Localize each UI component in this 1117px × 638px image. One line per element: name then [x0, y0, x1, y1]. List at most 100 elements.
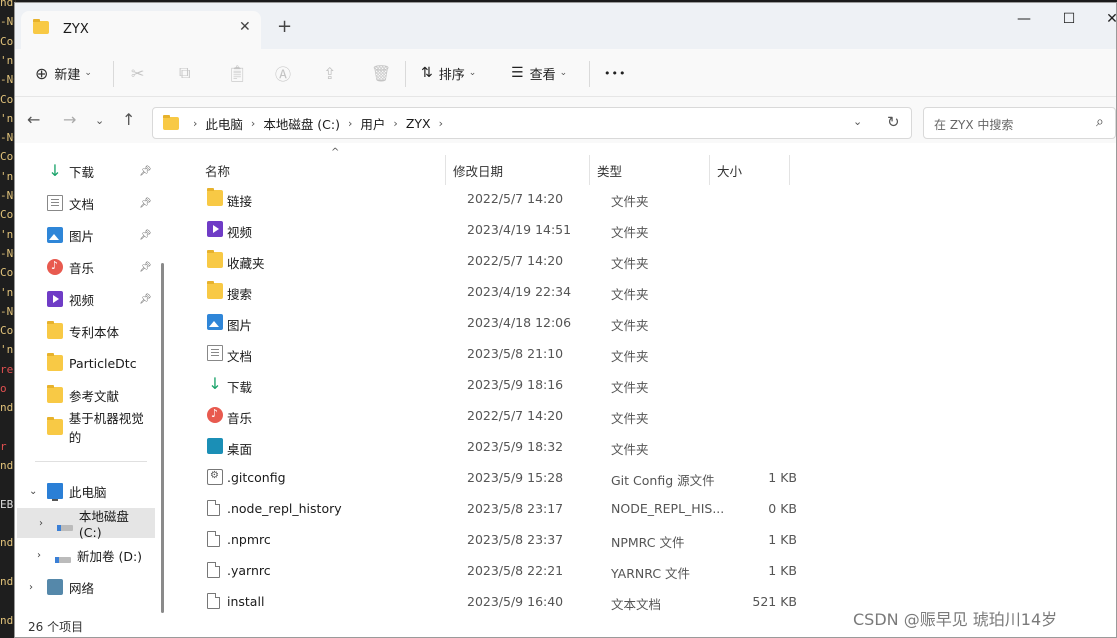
rename-button[interactable]: Ⓐ: [275, 61, 291, 85]
tab-zyx[interactable]: ZYX ✕: [21, 11, 261, 49]
sidebar-item[interactable]: ParticleDtc: [15, 348, 155, 378]
search-icon[interactable]: ⌕: [1096, 114, 1104, 130]
sidebar-item[interactable]: 文档 📌︎: [15, 188, 155, 218]
column-divider[interactable]: [709, 155, 710, 185]
sidebar-tree-label: 本地磁盘 (C:): [78, 509, 129, 540]
file-type: 文件夹: [611, 411, 649, 426]
file-row[interactable]: 文档 2023/5/8 21:10 文件夹: [171, 338, 1116, 369]
share-button[interactable]: ⇪: [323, 61, 336, 85]
file-row[interactable]: 收藏夹 2022/5/7 14:20 文件夹: [171, 245, 1116, 276]
breadcrumb-this-pc[interactable]: 此电脑: [205, 114, 243, 133]
breadcrumb-separator[interactable]: ›: [193, 117, 197, 130]
file-type: 文本文档: [611, 597, 662, 612]
copy-button[interactable]: ⧉: [179, 61, 190, 85]
forward-arrow-icon[interactable]: →: [63, 110, 76, 129]
maximize-button[interactable]: ☐: [1054, 11, 1084, 27]
file-date: 2023/4/19 22:34: [467, 284, 572, 299]
column-divider[interactable]: [789, 155, 790, 185]
file-row[interactable]: .yarnrc 2023/5/8 22:21 YARNRC 文件 1 KB: [171, 555, 1116, 586]
column-header-type[interactable]: 类型: [597, 161, 622, 180]
sidebar-item[interactable]: 基于机器视觉的: [15, 411, 155, 445]
column-header-name[interactable]: 名称: [205, 161, 230, 180]
breadcrumb-separator[interactable]: ›: [251, 117, 255, 130]
sidebar-item[interactable]: ↓ 下载 📌︎: [15, 156, 155, 186]
file-type: NPMRC 文件: [611, 535, 685, 550]
file-name: 收藏夹: [227, 256, 265, 271]
sort-ascending-icon: ^: [331, 147, 340, 158]
file-date: 2022/5/7 14:20: [467, 408, 564, 423]
file-row[interactable]: 链接 2022/5/7 14:20 文件夹: [171, 183, 1116, 214]
breadcrumb-local-disk-c[interactable]: 本地磁盘 (C:): [263, 114, 340, 133]
rename-icon: Ⓐ: [275, 65, 292, 84]
chevron-down-icon: ⌄: [559, 68, 568, 78]
new-label: 新建: [54, 67, 81, 83]
file-type: 文件夹: [611, 442, 649, 457]
sidebar-tree-item[interactable]: › 本地磁盘 (C:): [17, 508, 155, 540]
search-box[interactable]: 在 ZYX 中搜索 ⌕: [923, 107, 1116, 139]
sidebar-item-label: 文档: [69, 196, 95, 212]
file-row[interactable]: 图片 2023/4/18 12:06 文件夹: [171, 307, 1116, 338]
address-bar[interactable]: › 此电脑 › 本地磁盘 (C:) › 用户 › ZYX › ⌄ ↻: [152, 107, 912, 139]
breadcrumb: › 此电脑 › 本地磁盘 (C:) › 用户 › ZYX ›: [163, 114, 451, 133]
column-divider[interactable]: [589, 155, 590, 185]
recent-locations-chevron-icon[interactable]: ⌄: [95, 114, 104, 127]
column-divider[interactable]: [445, 155, 446, 185]
videos-icon: [207, 221, 223, 237]
file-name: 搜索: [227, 287, 253, 302]
copy-icon: ⧉: [179, 63, 191, 82]
chevron-right-icon[interactable]: ›: [29, 582, 33, 593]
sidebar-tree-item[interactable]: › 网络: [15, 572, 153, 602]
paste-button[interactable]: 📋︎: [227, 61, 247, 85]
up-arrow-icon[interactable]: ↑: [122, 110, 135, 129]
sidebar-tree-item[interactable]: › 新加卷 (D:): [15, 540, 153, 570]
file-row[interactable]: 搜索 2023/4/19 22:34 文件夹: [171, 276, 1116, 307]
refresh-icon[interactable]: ↻: [887, 113, 900, 131]
back-arrow-icon[interactable]: ←: [27, 110, 40, 129]
new-tab-button[interactable]: +: [277, 16, 292, 37]
close-window-button[interactable]: ✕: [1097, 11, 1116, 27]
file-row[interactable]: 桌面 2023/5/9 18:32 文件夹: [171, 431, 1116, 462]
breadcrumb-separator[interactable]: ›: [348, 117, 352, 130]
minimize-button[interactable]: —: [1009, 11, 1039, 27]
chevron-right-icon[interactable]: ›: [37, 550, 41, 561]
breadcrumb-users[interactable]: 用户: [360, 114, 385, 133]
sidebar-item[interactable]: 音乐 📌︎: [15, 252, 155, 282]
sidebar-item-label: 视频: [69, 292, 95, 308]
sidebar-item[interactable]: 参考文献: [15, 380, 155, 410]
sidebar-item[interactable]: 图片 📌︎: [15, 220, 155, 250]
file-row[interactable]: 视频 2023/4/19 14:51 文件夹: [171, 214, 1116, 245]
breadcrumb-separator[interactable]: ›: [393, 117, 397, 130]
more-options-button[interactable]: •••: [604, 61, 626, 85]
sidebar-tree-item[interactable]: ⌄ 此电脑: [15, 476, 153, 506]
file-row[interactable]: .npmrc 2023/5/8 23:37 NPMRC 文件 1 KB: [171, 524, 1116, 555]
column-header-size[interactable]: 大小: [717, 161, 742, 180]
download-icon: ↓: [48, 161, 62, 180]
file-name: 文档: [227, 349, 253, 364]
folder-icon: [207, 281, 223, 299]
drive-icon: [55, 557, 71, 563]
delete-button[interactable]: 🗑︎: [371, 61, 391, 85]
breadcrumb-separator[interactable]: ›: [439, 117, 443, 130]
file-row[interactable]: .node_repl_history 2023/5/8 23:17 NODE_REP…: [171, 493, 1116, 524]
file-row[interactable]: ↓ 下载 2023/5/9 18:16 文件夹: [171, 369, 1116, 400]
file-row[interactable]: .gitconfig 2023/5/9 15:28 Git Config 源文件 1 …: [171, 462, 1116, 493]
chevron-down-icon[interactable]: ⌄: [29, 486, 37, 497]
sort-button[interactable]: ⇅ 排序 ⌄: [421, 61, 476, 85]
column-header-date[interactable]: 修改日期: [453, 161, 503, 180]
sidebar-item[interactable]: 视频 📌︎: [15, 284, 155, 314]
view-button[interactable]: ☰ 查看 ⌄: [511, 61, 567, 85]
sidebar-scrollbar[interactable]: [161, 263, 164, 613]
chevron-right-icon[interactable]: ›: [39, 518, 43, 529]
view-icon: ☰: [511, 65, 524, 81]
videos-icon: [47, 291, 63, 307]
new-button[interactable]: ⊕ 新建 ⌄: [35, 61, 92, 85]
sidebar-item[interactable]: 专利本体: [15, 316, 155, 346]
watermark: CSDN @赈早见 琥珀川14岁: [853, 610, 1058, 629]
breadcrumb-zyx[interactable]: ZYX: [406, 116, 431, 131]
cut-button[interactable]: ✂: [131, 61, 144, 85]
folder-icon: [33, 19, 49, 34]
address-history-chevron-icon[interactable]: ⌄: [853, 115, 862, 128]
file-row[interactable]: 音乐 2022/5/7 14:20 文件夹: [171, 400, 1116, 431]
file-name: 链接: [227, 194, 253, 209]
close-tab-icon[interactable]: ✕: [239, 19, 251, 35]
